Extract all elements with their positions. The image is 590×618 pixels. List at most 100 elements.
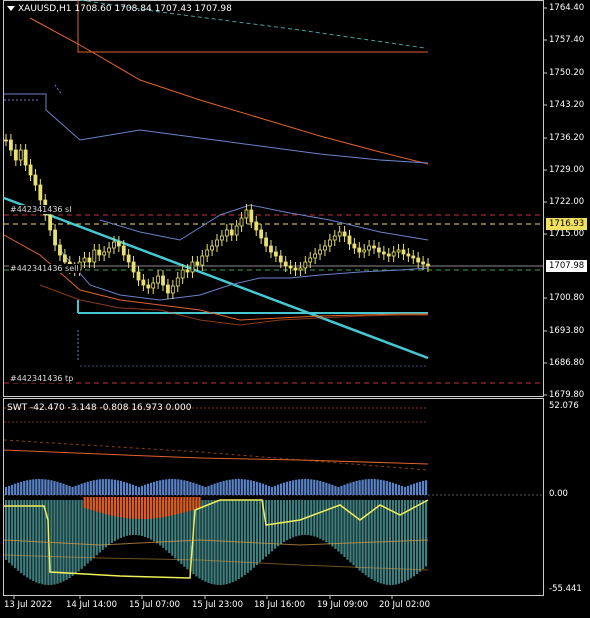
take-profit-label[interactable]: #442341436 tp [9,374,75,383]
entry-order-label[interactable]: #442341436 sell [9,264,80,273]
histogram-bar [216,500,219,585]
histogram-bar [331,484,334,495]
candle-body [357,247,362,253]
candle-body [288,265,293,269]
candle-body [170,285,175,294]
candle-body [377,247,381,253]
candle-body [215,239,219,247]
time-tick: 20 Jul 02:00 [379,600,430,610]
candle-body [4,139,8,142]
ohlc-close: 1707.98 [194,4,232,14]
histogram-bar [23,500,26,576]
histogram-bar [125,497,129,519]
histogram-bar [403,486,407,495]
histogram-bar [95,479,98,495]
time-tick: 18 Jul 16:00 [254,600,305,610]
histogram-bar [143,484,147,495]
histogram-bar [252,480,255,495]
time-tick: 13 Jul 2022 [4,600,53,610]
histogram-bar [328,500,331,545]
histogram-bar [107,497,110,515]
histogram-bar [415,482,419,495]
histogram-bar [201,485,204,495]
histogram-bar [304,479,307,495]
indicator-tick: 0.00 [549,489,568,499]
histogram-bar [385,500,388,585]
candle-body [332,235,337,241]
histogram-bar [325,482,328,495]
histogram-bar [83,500,86,567]
candle-body [121,245,126,256]
histogram-bar [313,500,316,537]
histogram-bar [92,497,95,511]
candle-body [18,149,23,161]
histogram-bar [41,479,44,495]
histogram-bar [349,500,352,563]
histogram-bar [364,479,367,495]
histogram-bar [162,497,165,518]
histogram-bar [213,483,216,495]
collapse-triangle-icon[interactable] [7,6,15,11]
histogram-bar [71,486,74,495]
histogram-bar [285,500,289,541]
histogram-bar [116,480,120,495]
histogram-bar [147,497,150,519]
histogram-bar [119,497,123,518]
histogram-bar [358,500,361,571]
time-tick: 19 Jul 09:00 [317,600,368,610]
stop-loss-label[interactable]: #442341436 sl [9,205,73,214]
histogram-bar [168,479,171,495]
histogram-bar [207,500,210,583]
candle-body [62,254,67,263]
histogram-bar [316,500,319,538]
histogram-bar [186,497,189,512]
candle-body [107,247,111,253]
histogram-bar [59,482,62,495]
histogram-bar [44,479,47,495]
histogram-bar [322,481,325,495]
candle-body [224,229,229,237]
histogram-bar [110,497,113,516]
histogram-bar [47,479,50,495]
histogram-bar [198,497,201,508]
candle-body [308,257,313,263]
candle-body [28,164,33,176]
histogram-bar [77,484,80,495]
candle-body [229,229,234,236]
histogram-bar [412,500,416,577]
histogram-bar [198,484,201,495]
histogram-bar [352,481,355,495]
histogram-bar [74,485,77,495]
histogram-bar [204,500,207,582]
histogram-bar [334,485,337,495]
candle-body [416,257,421,263]
histogram-bar [267,500,271,555]
price-tick: 1722.00 [549,197,585,207]
candle-body [53,229,57,246]
histogram-bar [153,497,156,519]
histogram-bar [255,481,258,495]
candle-body [269,245,273,253]
histogram-bar [325,500,328,543]
histogram-bar [261,483,265,495]
histogram-bar [346,483,349,495]
histogram-bar [340,485,343,495]
histogram-bar [421,500,425,570]
histogram-bar [56,481,59,495]
candle-body [38,184,43,201]
histogram-bar [243,500,246,576]
histogram-bar [62,500,65,582]
histogram-bar [210,484,213,495]
candle-body [156,275,161,284]
candle-body [327,239,332,247]
histogram-bar [282,500,286,543]
histogram-bar [20,500,23,574]
histogram-bar [237,479,240,495]
histogram-bar [258,500,262,563]
candle-body [254,221,259,231]
histogram-bar [134,485,138,495]
histogram-bar [292,480,295,495]
histogram-bar [364,500,367,576]
chart-canvas[interactable] [0,0,590,618]
price-tick: 1715.00 [549,229,585,239]
